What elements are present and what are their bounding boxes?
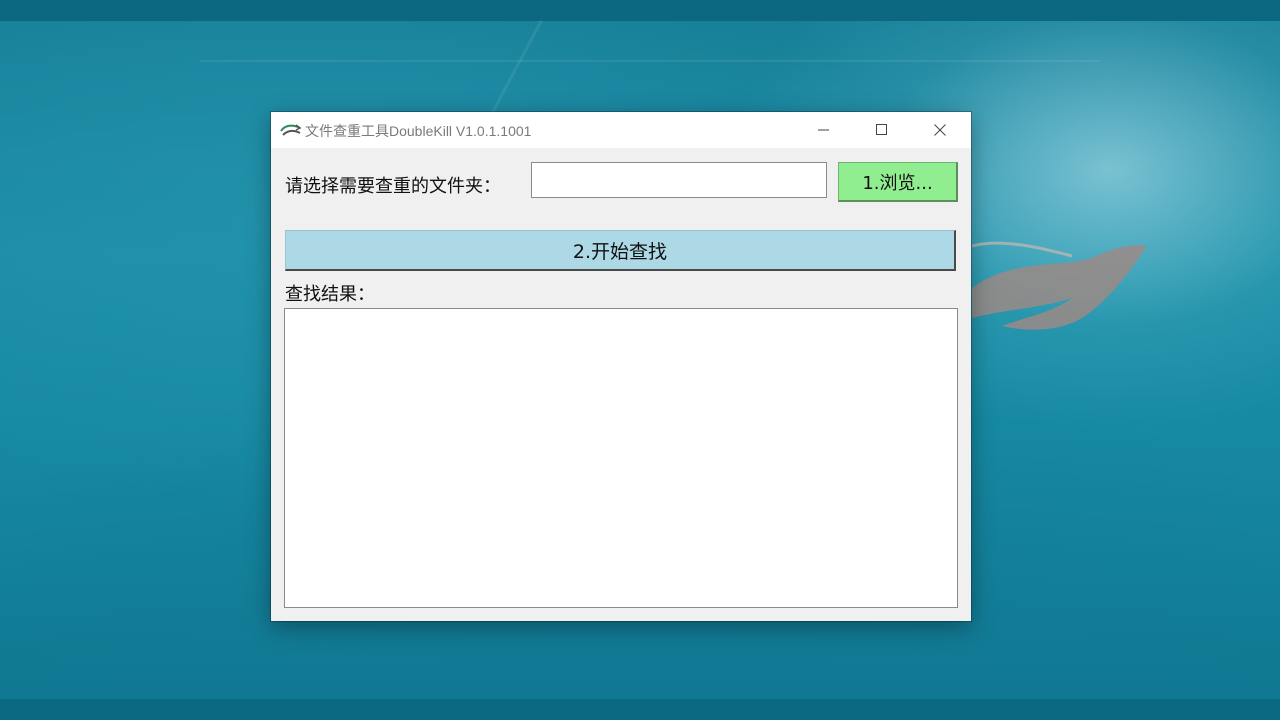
minimize-button[interactable] [795, 112, 853, 148]
results-label: 查找结果： [285, 284, 375, 305]
wallpaper-bottom-band [0, 699, 1280, 720]
wallpaper-top-band [0, 0, 1280, 21]
folder-path-input[interactable] [531, 162, 827, 198]
ribbon-graphic [972, 241, 1147, 330]
start-search-button[interactable]: 2.开始查找 [285, 230, 956, 271]
app-window: 文件查重工具DoubleKill V1.0.1.1001 请选择需要查重的文件夹… [271, 112, 971, 621]
browse-button[interactable]: 1.浏览... [838, 162, 958, 202]
light-ray [488, 20, 543, 119]
folder-label: 请选择需要查重的文件夹： [285, 176, 501, 197]
maximize-button[interactable] [853, 112, 911, 148]
title-bar[interactable]: 文件查重工具DoubleKill V1.0.1.1001 [271, 112, 971, 148]
light-ray [200, 60, 1100, 62]
minimize-icon [818, 129, 829, 131]
close-button[interactable] [911, 112, 969, 148]
maximize-icon [876, 124, 887, 135]
app-logo-icon [280, 124, 302, 136]
results-textarea[interactable] [284, 308, 958, 608]
close-icon [934, 124, 946, 136]
window-title: 文件查重工具DoubleKill V1.0.1.1001 [305, 123, 532, 139]
